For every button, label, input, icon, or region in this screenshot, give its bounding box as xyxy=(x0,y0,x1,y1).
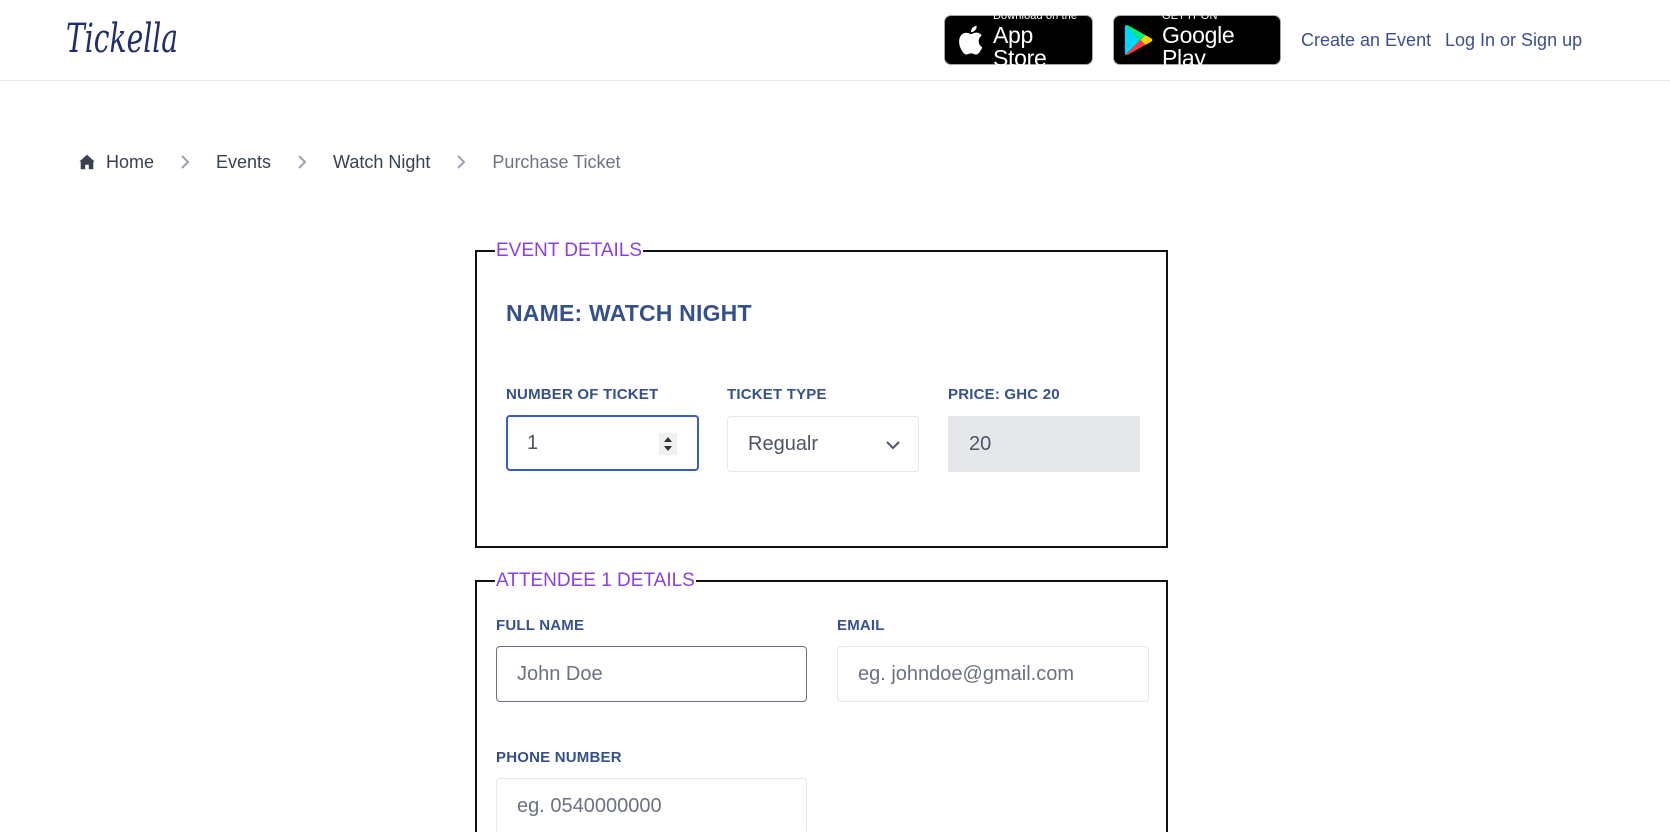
email-placeholder: eg. johndoe@gmail.com xyxy=(858,662,1074,685)
logo-text: Tickella xyxy=(66,16,178,62)
number-of-ticket-label: NUMBER OF TICKET xyxy=(506,386,659,403)
breadcrumb-event[interactable]: Watch Night xyxy=(333,152,430,173)
breadcrumb-home-label: Home xyxy=(106,151,155,172)
phone-number-label: PHONE NUMBER xyxy=(496,749,622,766)
ticket-type-select[interactable]: Regualr xyxy=(727,416,919,472)
attendee-details-section: ATTENDEE 1 DETAILS FULL NAME John Doe EM… xyxy=(475,567,1168,832)
full-name-label: FULL NAME xyxy=(496,617,585,634)
attendee-details-legend: ATTENDEE 1 DETAILS xyxy=(495,567,696,595)
breadcrumb: Home Events Watch Night Purchase Ticket xyxy=(78,150,620,174)
create-event-link[interactable]: Create an Event xyxy=(1301,30,1431,51)
ticket-type-value: Regualr xyxy=(748,432,819,455)
google-play-icon xyxy=(1124,24,1153,56)
full-name-input[interactable]: John Doe xyxy=(496,646,807,702)
breadcrumb-events[interactable]: Events xyxy=(216,152,271,173)
breadcrumb-home[interactable]: Home xyxy=(78,152,154,173)
phone-number-input[interactable]: eg. 0540000000 xyxy=(496,778,807,832)
breadcrumb-current: Purchase Ticket xyxy=(492,151,621,172)
event-details-section: EVENT DETAILS NAME: WATCH NIGHT NUMBER O… xyxy=(475,237,1168,548)
app-store-small-text: Download on the xyxy=(993,9,1078,22)
phone-number-placeholder: eg. 0540000000 xyxy=(517,794,662,817)
google-play-button[interactable]: GET IT ON Google Play xyxy=(1113,10,1281,69)
number-of-ticket-input[interactable]: 1 xyxy=(506,415,699,471)
chevron-right-icon xyxy=(181,155,190,169)
tickella-logo[interactable]: Tickella xyxy=(64,10,184,70)
site-header: Tickella Download on the App Store GET I… xyxy=(0,0,1670,81)
app-store-big-text: App Store xyxy=(993,21,1047,71)
app-store-button[interactable]: Download on the App Store xyxy=(944,10,1093,69)
login-signup-link[interactable]: Log In or Sign up xyxy=(1445,30,1582,51)
full-name-placeholder: John Doe xyxy=(517,662,603,685)
number-of-ticket-value: 1 xyxy=(527,431,539,454)
email-input[interactable]: eg. johndoe@gmail.com xyxy=(837,646,1149,702)
price-label: PRICE: GHC 20 xyxy=(948,386,1060,403)
email-label: EMAIL xyxy=(837,617,885,634)
chevron-right-icon xyxy=(457,155,466,169)
chevron-right-icon xyxy=(298,155,307,169)
apple-icon xyxy=(959,25,983,55)
price-value: 20 xyxy=(969,432,992,455)
google-play-big-text: Google Play xyxy=(1162,21,1235,71)
number-spinner-icon[interactable] xyxy=(659,433,677,455)
home-icon xyxy=(79,154,95,170)
price-field: 20 xyxy=(948,416,1140,472)
event-details-legend: EVENT DETAILS xyxy=(495,237,644,265)
ticket-type-label: TICKET TYPE xyxy=(727,386,827,403)
chevron-down-icon xyxy=(886,441,900,450)
google-play-small-text: GET IT ON xyxy=(1162,9,1218,22)
event-name: NAME: WATCH NIGHT xyxy=(506,300,752,326)
